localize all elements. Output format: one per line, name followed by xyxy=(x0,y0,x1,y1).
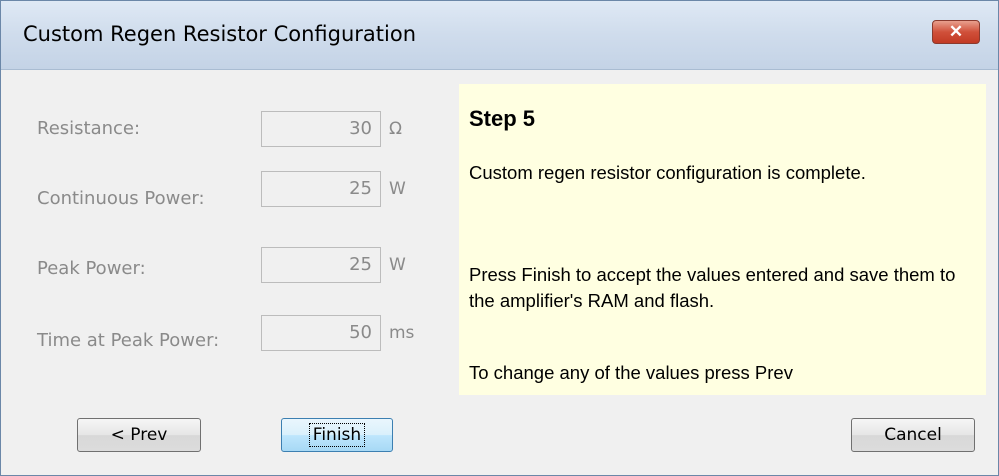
close-button[interactable]: ✕ xyxy=(932,20,980,44)
step-title: Step 5 xyxy=(469,106,536,131)
resistance-input: 30 xyxy=(261,111,381,147)
time-at-peak-power-input: 50 xyxy=(261,315,381,351)
finish-button-label: Finish xyxy=(308,423,366,447)
peak-power-input: 25 xyxy=(261,247,381,283)
resistance-label: Resistance: xyxy=(37,118,141,139)
continuous-power-input: 25 xyxy=(261,171,381,207)
peak-power-unit: W xyxy=(389,255,406,275)
step-info-panel: Step 5 Custom regen resistor configurati… xyxy=(459,84,986,395)
window-title: Custom Regen Resistor Configuration xyxy=(23,22,417,46)
prev-button[interactable]: < Prev xyxy=(77,418,201,452)
cancel-button-label: Cancel xyxy=(884,425,942,445)
info-paragraph-prev: To change any of the values press Prev xyxy=(469,362,793,383)
info-paragraph-finish: Press Finish to accept the values entere… xyxy=(469,264,956,311)
time-at-peak-power-label: Time at Peak Power: xyxy=(37,330,220,351)
finish-button[interactable]: Finish xyxy=(281,418,393,452)
continuous-power-label: Continuous Power: xyxy=(37,188,205,209)
close-icon: ✕ xyxy=(948,22,964,41)
resistance-unit: Ω xyxy=(389,119,402,139)
info-paragraph-complete: Custom regen resistor configuration is c… xyxy=(469,162,866,183)
peak-power-label: Peak Power: xyxy=(37,258,146,279)
continuous-power-unit: W xyxy=(389,179,406,199)
cancel-button[interactable]: Cancel xyxy=(851,418,975,452)
time-at-peak-power-unit: ms xyxy=(389,323,415,343)
title-bar[interactable]: Custom Regen Resistor Configuration ✕ xyxy=(1,1,998,70)
prev-button-label: < Prev xyxy=(110,425,168,445)
dialog-window: Custom Regen Resistor Configuration ✕ Re… xyxy=(0,0,999,476)
